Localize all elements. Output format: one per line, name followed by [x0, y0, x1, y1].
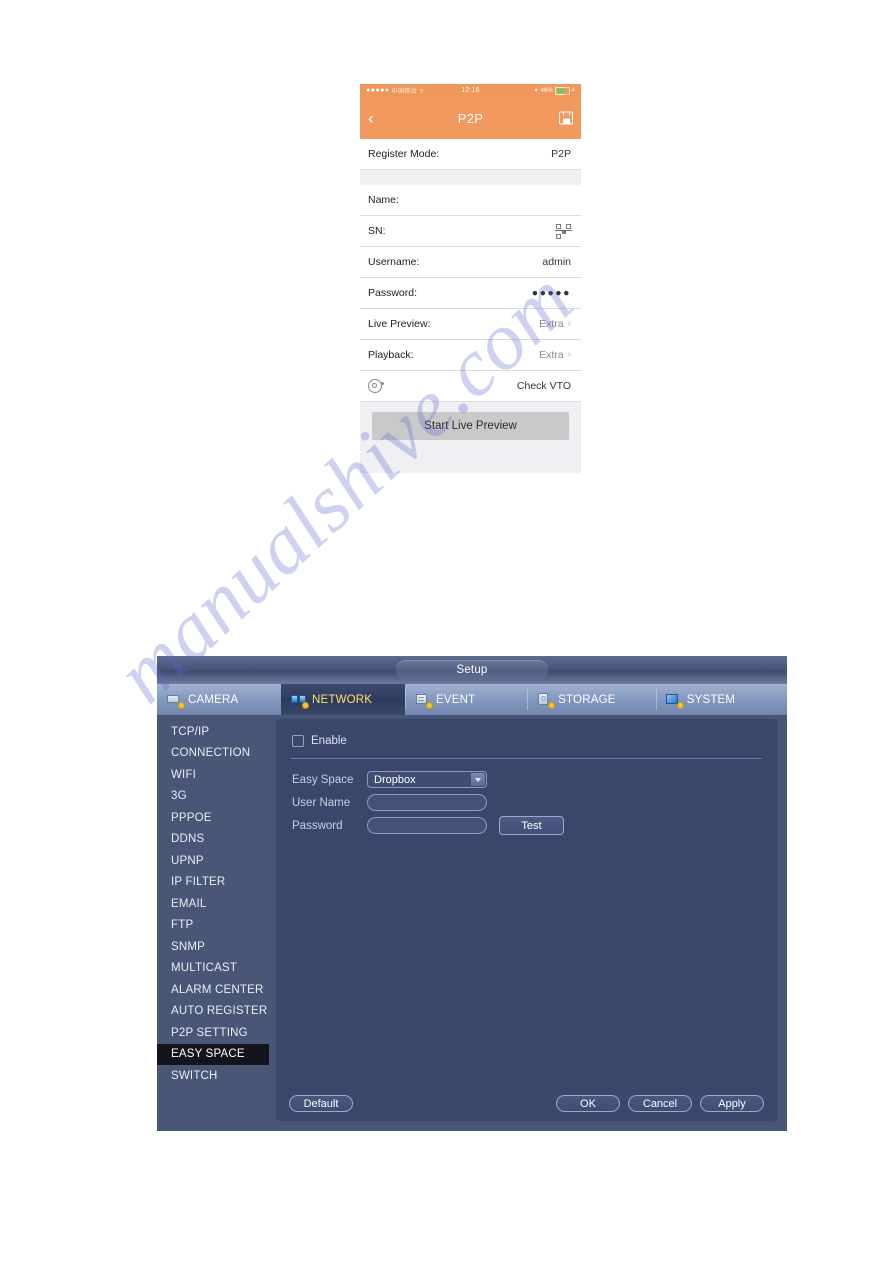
phone-navigation-bar: ‹ P2P	[360, 97, 581, 139]
easy-space-panel: Enable Easy Space Dropbox User Name Pass…	[275, 718, 778, 1122]
sidebar-item-3g[interactable]: 3G	[157, 786, 275, 808]
row-label: Playback:	[368, 349, 414, 361]
row-value: P2P	[551, 148, 571, 160]
default-button[interactable]: Default	[289, 1095, 353, 1112]
row-register-mode[interactable]: Register Mode: P2P	[360, 139, 581, 170]
tab-camera[interactable]: CAMERA	[157, 684, 281, 715]
p2p-phone-mockup: ●●●●● 中国移动 ▿ 12:16 ✦ 46% 4 ‹ P2P Registe…	[360, 84, 581, 473]
row-label: SN:	[368, 225, 386, 237]
battery-icon	[554, 86, 570, 95]
row-username[interactable]: Username: admin	[360, 247, 581, 278]
row-password[interactable]: Password: ●●●●●	[360, 278, 581, 309]
form-row-user-name: User Name	[292, 791, 778, 814]
sidebar-item-alarm-center[interactable]: ALARM CENTER	[157, 979, 275, 1001]
easy-space-form: Easy Space Dropbox User Name Password Te…	[275, 759, 778, 837]
page-title: P2P	[457, 110, 484, 126]
sidebar-item-email[interactable]: EMAIL	[157, 893, 275, 915]
tab-label: EVENT	[436, 693, 476, 706]
dialog-button-bar: Default OK Cancel Apply	[275, 1095, 778, 1112]
camera-icon	[167, 693, 185, 709]
row-label: Live Preview:	[368, 318, 431, 330]
system-icon	[665, 693, 684, 709]
dialog-body: TCP/IP CONNECTION WIFI 3G PPPOE DDNS UPN…	[157, 715, 787, 1131]
confirm-button-group: OK Cancel Apply	[556, 1095, 764, 1112]
row-playback[interactable]: Playback: Extra ›	[360, 340, 581, 371]
enable-row: Enable	[275, 718, 778, 747]
sidebar-item-easy-space[interactable]: EASY SPACE	[157, 1043, 269, 1065]
sidebar-item-ddns[interactable]: DDNS	[157, 829, 275, 851]
sidebar-item-snmp[interactable]: SNMP	[157, 936, 275, 958]
form-row-easy-space: Easy Space Dropbox	[292, 768, 778, 791]
event-icon	[415, 693, 433, 709]
row-label: Username:	[368, 256, 420, 268]
network-icon	[291, 693, 309, 709]
row-check-vto[interactable]: Check VTO	[360, 371, 581, 402]
form-row-password: Password Test	[292, 814, 778, 837]
cancel-button[interactable]: Cancel	[628, 1095, 692, 1112]
row-label: Password:	[368, 287, 418, 299]
sidebar-item-p2p-setting[interactable]: P2P SETTING	[157, 1022, 275, 1044]
test-button[interactable]: Test	[499, 816, 564, 835]
phone-bottom-padding	[360, 448, 581, 473]
sidebar-item-multicast[interactable]: MULTICAST	[157, 958, 275, 980]
user-name-input[interactable]	[367, 794, 487, 811]
ok-button[interactable]: OK	[556, 1095, 620, 1112]
password-label: Password	[292, 819, 343, 832]
tab-system[interactable]: SYSTEM	[655, 684, 787, 715]
main-tab-bar: CAMERA NETWORK EVENT STORAGE SYSTEM	[157, 684, 787, 715]
sidebar-item-ftp[interactable]: FTP	[157, 915, 275, 937]
sidebar-item-auto-register[interactable]: AUTO REGISTER	[157, 1001, 275, 1023]
row-value: Extra	[539, 349, 564, 361]
nvr-setup-dialog: Setup CAMERA NETWORK EVENT STORAGE SYSTE…	[157, 656, 787, 1131]
phone-status-bar: ●●●●● 中国移动 ▿ 12:16 ✦ 46% 4	[360, 84, 581, 97]
row-label: Name:	[368, 194, 399, 206]
storage-icon	[537, 692, 556, 709]
sidebar-item-connection[interactable]: CONNECTION	[157, 743, 275, 765]
sidebar-item-switch[interactable]: SWITCH	[157, 1065, 275, 1087]
row-value: admin	[542, 256, 571, 268]
enable-checkbox[interactable]	[292, 735, 304, 747]
chevron-right-icon: ›	[567, 349, 571, 360]
easy-space-selected-value: Dropbox	[374, 773, 416, 786]
network-sidebar: TCP/IP CONNECTION WIFI 3G PPPOE DDNS UPN…	[157, 715, 275, 1131]
sidebar-item-wifi[interactable]: WIFI	[157, 764, 275, 786]
password-input[interactable]	[367, 817, 487, 834]
sidebar-item-tcpip[interactable]: TCP/IP	[157, 721, 275, 743]
row-label: Register Mode:	[368, 148, 440, 160]
tab-label: SYSTEM	[686, 693, 736, 706]
qr-scan-icon[interactable]	[555, 223, 572, 239]
apply-button[interactable]: Apply	[700, 1095, 764, 1112]
row-live-preview[interactable]: Live Preview: Extra ›	[360, 309, 581, 340]
tab-network[interactable]: NETWORK	[281, 684, 405, 715]
start-live-preview-button[interactable]: Start Live Preview	[372, 412, 569, 440]
row-value: Check VTO	[516, 380, 571, 392]
save-icon[interactable]	[559, 111, 573, 125]
tab-label: CAMERA	[188, 693, 239, 706]
row-value: Extra	[539, 318, 564, 330]
chevron-left-icon[interactable]: ‹	[368, 110, 374, 127]
sidebar-item-upnp[interactable]: UPNP	[157, 850, 275, 872]
tab-storage[interactable]: STORAGE	[527, 684, 656, 715]
tab-label: STORAGE	[558, 693, 616, 706]
dialog-title: Setup	[396, 660, 548, 679]
enable-label: Enable	[311, 735, 347, 747]
chevron-right-icon: ›	[567, 318, 571, 329]
sidebar-item-pppoe[interactable]: PPPOE	[157, 807, 275, 829]
password-mask: ●●●●●	[531, 286, 571, 299]
chevron-down-icon[interactable]	[471, 773, 485, 786]
row-sn[interactable]: SN:	[360, 216, 581, 247]
easy-space-label: Easy Space	[292, 773, 354, 786]
list-section-gap	[360, 170, 581, 185]
tab-event[interactable]: EVENT	[405, 684, 527, 715]
row-name[interactable]: Name:	[360, 185, 581, 216]
phone-action-zone: Start Live Preview	[360, 402, 581, 448]
status-time: 12:16	[461, 87, 480, 94]
user-name-label: User Name	[292, 796, 351, 809]
easy-space-select[interactable]: Dropbox	[367, 771, 487, 788]
tab-label: NETWORK	[312, 693, 373, 706]
sidebar-item-ip-filter[interactable]: IP FILTER	[157, 872, 275, 894]
dialog-titlebar: Setup	[157, 656, 787, 684]
vto-refresh-icon	[368, 379, 384, 393]
